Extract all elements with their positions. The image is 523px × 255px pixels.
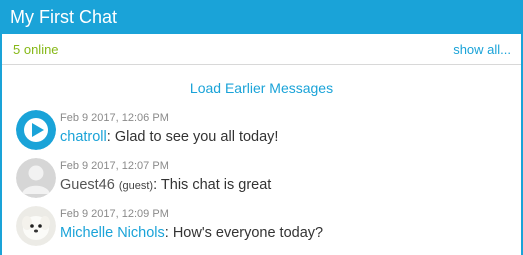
message-item: Feb 9 2017, 12:07 PM Guest46 (guest): Th… [2, 158, 521, 206]
message-text: How's everyone today? [172, 225, 324, 241]
chatroll-logo-icon[interactable] [16, 110, 56, 150]
message-author[interactable]: Michelle Nichols [60, 225, 165, 241]
message-text: Glad to see you all today! [114, 129, 279, 145]
guest-tag: (guest) [118, 180, 154, 192]
message-text: This chat is great [160, 177, 272, 193]
message-author: Guest46 [60, 177, 115, 193]
dog-photo-avatar[interactable] [16, 206, 56, 246]
online-count: 5 online [13, 41, 59, 57]
message-line: Guest46 (guest): This chat is great [60, 177, 271, 193]
chat-widget: My First Chat 5 online show all... Load … [0, 0, 523, 255]
message-separator: : [106, 129, 115, 145]
load-earlier-link[interactable]: Load Earlier Messages [2, 80, 521, 100]
message-line: chatroll: Glad to see you all today! [60, 129, 278, 145]
message-timestamp: Feb 9 2017, 12:06 PM [60, 112, 169, 124]
message-timestamp: Feb 9 2017, 12:09 PM [60, 208, 169, 220]
message-separator: : [164, 225, 173, 241]
message-line: Michelle Nichols: How's everyone today? [60, 225, 323, 241]
show-all-link[interactable]: show all... [453, 42, 511, 57]
presence-bar: 5 online show all... [2, 34, 521, 65]
message-author[interactable]: chatroll [60, 129, 107, 145]
message-list: Feb 9 2017, 12:06 PM chatroll: Glad to s… [2, 110, 521, 254]
message-timestamp: Feb 9 2017, 12:07 PM [60, 160, 169, 172]
chat-title: My First Chat [10, 6, 118, 27]
chat-header: My First Chat [0, 0, 523, 34]
default-user-icon[interactable] [16, 158, 56, 198]
message-item: Feb 9 2017, 12:06 PM chatroll: Glad to s… [2, 110, 521, 158]
message-item: Feb 9 2017, 12:09 PM Michelle Nichols: H… [2, 206, 521, 254]
message-separator: : [153, 177, 161, 193]
